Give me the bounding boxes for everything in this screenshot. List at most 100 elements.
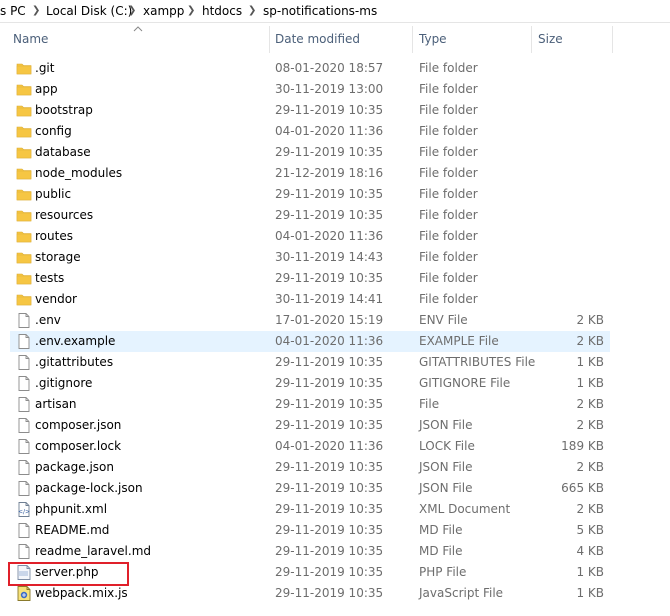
file-row[interactable]: </> phpunit.xml 29-11-2019 10:35 XML Docume…: [10, 499, 610, 520]
folder-row[interactable]: storage 30-11-2019 14:43 File folder: [10, 247, 610, 268]
file-name: storage: [35, 250, 81, 264]
file-date-modified: 29-11-2019 10:35: [275, 586, 384, 600]
file-icon: [16, 522, 32, 539]
file-size: 1 KB: [576, 565, 604, 579]
file-type: MD File: [419, 544, 463, 558]
folder-row[interactable]: app 30-11-2019 13:00 File folder: [10, 79, 610, 100]
xml-file-icon: </>: [16, 501, 32, 518]
folder-row[interactable]: resources 29-11-2019 10:35 File folder: [10, 205, 610, 226]
file-date-modified: 29-11-2019 10:35: [275, 271, 384, 285]
file-name: node_modules: [35, 166, 123, 180]
file-name: artisan: [35, 397, 77, 411]
file-date-modified: 04-01-2020 11:36: [275, 229, 384, 243]
file-type: JSON File: [419, 460, 473, 474]
file-name: public: [35, 187, 72, 201]
file-row[interactable]: .env 17-01-2020 15:19 ENV File 2 KB: [10, 310, 610, 331]
breadcrumb-this-pc[interactable]: s PC: [0, 3, 26, 19]
folder-row[interactable]: vendor 30-11-2019 14:41 File folder: [10, 289, 610, 310]
file-size: 1 KB: [576, 376, 604, 390]
column-header-size[interactable]: Size: [532, 22, 612, 57]
file-date-modified: 29-11-2019 10:35: [275, 481, 384, 495]
file-size: 1 KB: [576, 586, 604, 600]
file-row[interactable]: artisan 29-11-2019 10:35 File 2 KB: [10, 394, 610, 415]
folder-row[interactable]: routes 04-01-2020 11:36 File folder: [10, 226, 610, 247]
folder-row[interactable]: .git 08-01-2020 18:57 File folder: [10, 58, 610, 79]
breadcrumb-htdocs[interactable]: htdocs: [202, 3, 242, 19]
column-divider[interactable]: [612, 26, 613, 53]
file-type: File folder: [419, 124, 478, 138]
folder-row[interactable]: node_modules 21-12-2019 18:16 File folder: [10, 163, 610, 184]
folder-icon: [16, 207, 32, 224]
breadcrumb-separator-icon[interactable]: ❯: [187, 4, 195, 18]
folder-icon: [16, 228, 32, 245]
breadcrumb-xampp[interactable]: xampp: [143, 3, 184, 19]
file-icon: [16, 396, 32, 413]
file-name: routes: [35, 229, 73, 243]
file-icon: [16, 480, 32, 497]
file-row[interactable]: .env.example 04-01-2020 11:36 EXAMPLE File…: [10, 331, 610, 352]
file-size: 4 KB: [576, 544, 604, 558]
file-date-modified: 30-11-2019 13:00: [275, 82, 384, 96]
file-type: File folder: [419, 145, 478, 159]
file-name: webpack.mix.js: [35, 586, 128, 600]
address-bar-breadcrumb[interactable]: s PC ❯ Local Disk (C:) ❯ xampp ❯ htdocs …: [0, 0, 670, 23]
folder-row[interactable]: tests 29-11-2019 10:35 File folder: [10, 268, 610, 289]
file-row[interactable]: readme_laravel.md 29-11-2019 10:35 MD File…: [10, 541, 610, 562]
column-header-type[interactable]: Type: [413, 22, 531, 57]
breadcrumb-separator-icon[interactable]: ❯: [128, 4, 136, 18]
file-type: JSON File: [419, 418, 473, 432]
folder-row[interactable]: bootstrap 29-11-2019 10:35 File folder: [10, 100, 610, 121]
file-row[interactable]: .gitignore 29-11-2019 10:35 GITIGNORE File…: [10, 373, 610, 394]
folder-icon: [16, 186, 32, 203]
folder-icon: [16, 102, 32, 119]
file-type: File folder: [419, 103, 478, 117]
file-type: File folder: [419, 82, 478, 96]
file-row[interactable]: package-lock.json 29-11-2019 10:35 JSON Fi…: [10, 478, 610, 499]
folder-icon: [16, 270, 32, 287]
file-size: 665 KB: [561, 481, 604, 495]
file-date-modified: 29-11-2019 10:35: [275, 565, 384, 579]
breadcrumb-separator-icon[interactable]: ❯: [248, 4, 256, 18]
folder-row[interactable]: database 29-11-2019 10:35 File folder: [10, 142, 610, 163]
breadcrumb-sp-notifications-ms[interactable]: sp-notifications-ms: [263, 3, 377, 19]
file-row[interactable]: .gitattributes 29-11-2019 10:35 GITATTRIBU…: [10, 352, 610, 373]
file-icon: [16, 312, 32, 329]
svg-text:</>: </>: [18, 509, 30, 516]
file-name: .gitattributes: [35, 355, 114, 369]
breadcrumb-separator-icon[interactable]: ❯: [32, 4, 40, 18]
file-type: File folder: [419, 229, 478, 243]
file-date-modified: 29-11-2019 10:35: [275, 145, 384, 159]
column-header-date-modified[interactable]: Date modified: [269, 22, 412, 57]
file-row[interactable]: README.md 29-11-2019 10:35 MD File 5 KB: [10, 520, 610, 541]
file-row[interactable]: webpack.mix.js 29-11-2019 10:35 JavaScript…: [10, 583, 610, 604]
file-date-modified: 29-11-2019 10:35: [275, 418, 384, 432]
file-name: resources: [35, 208, 94, 222]
file-row[interactable]: package.json 29-11-2019 10:35 JSON File 2 K…: [10, 457, 610, 478]
file-type: EXAMPLE File: [419, 334, 499, 348]
file-size: 5 KB: [576, 523, 604, 537]
file-type: File folder: [419, 208, 478, 222]
file-name: .env.example: [35, 334, 116, 348]
file-icon: [16, 354, 32, 371]
column-header-name[interactable]: Name: [7, 22, 269, 57]
file-date-modified: 29-11-2019 10:35: [275, 460, 384, 474]
file-type: File folder: [419, 271, 478, 285]
file-name: README.md: [35, 523, 110, 537]
php-file-icon: [16, 564, 32, 581]
breadcrumb-local-disk[interactable]: Local Disk (C:): [46, 3, 132, 19]
file-date-modified: 30-11-2019 14:43: [275, 250, 384, 264]
folder-icon: [16, 81, 32, 98]
file-row[interactable]: composer.lock 04-01-2020 11:36 LOCK File 18…: [10, 436, 610, 457]
file-size: 2 KB: [576, 334, 604, 348]
folder-row[interactable]: config 04-01-2020 11:36 File folder: [10, 121, 610, 142]
file-row[interactable]: composer.json 29-11-2019 10:35 JSON File 2 …: [10, 415, 610, 436]
file-row[interactable]: server.php 29-11-2019 10:35 PHP File 1 KB: [10, 562, 610, 583]
file-icon: [16, 375, 32, 392]
file-icon: [16, 417, 32, 434]
file-name: composer.lock: [35, 439, 122, 453]
file-date-modified: 17-01-2020 15:19: [275, 313, 384, 327]
folder-row[interactable]: public 29-11-2019 10:35 File folder: [10, 184, 610, 205]
file-type: File folder: [419, 61, 478, 75]
folder-icon: [16, 165, 32, 182]
file-type: File folder: [419, 187, 478, 201]
